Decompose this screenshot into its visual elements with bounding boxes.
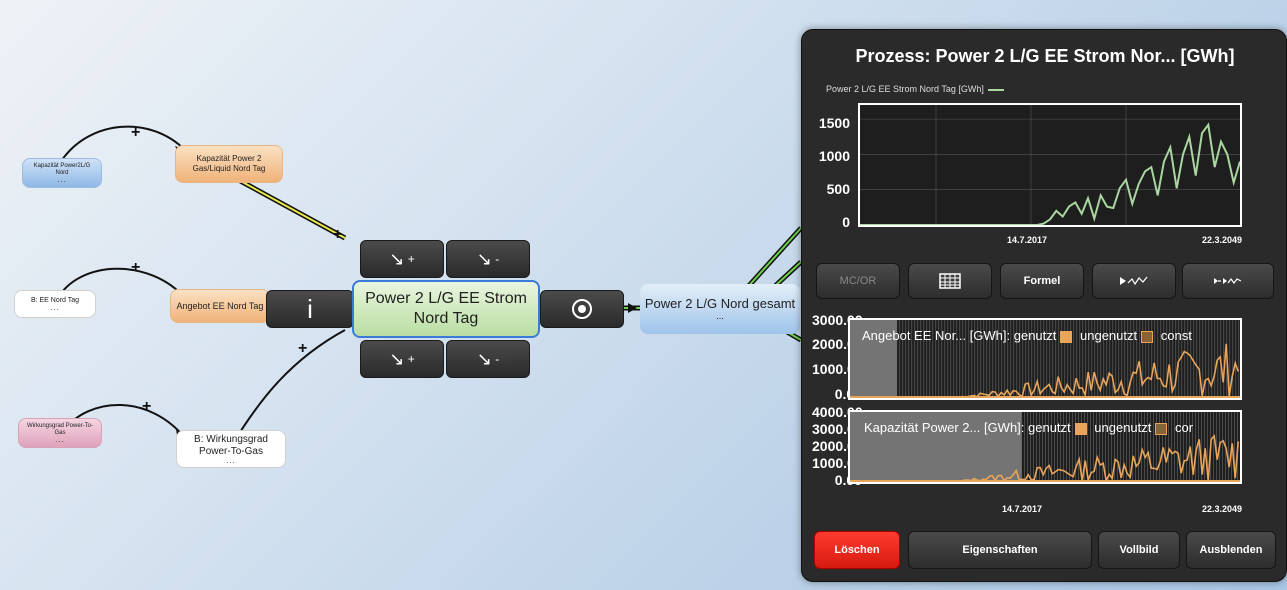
chart1-ytick: 500	[826, 181, 850, 197]
play-step-icon	[1214, 278, 1242, 284]
chart2-legend: Angebot EE Nor... [GWh]: genutzt ungenut…	[862, 328, 1242, 343]
chart1-legend: Power 2 L/G EE Strom Nord Tag [GWh]	[826, 84, 1004, 94]
node-ee-nord[interactable]: B: EE Nord Tag ...	[14, 290, 96, 318]
node-more-dots[interactable]: ...	[50, 304, 60, 312]
link-plus-sign: +	[131, 124, 141, 141]
node-label: B: Wirkungsgrad Power-To-Gas	[194, 434, 268, 457]
chart3-xtick: 14.7.2017	[1002, 504, 1043, 514]
plus-label: +	[407, 252, 415, 266]
legend-label: const	[1160, 328, 1192, 343]
chart1-xtick: 22.3.2049	[1202, 235, 1243, 245]
node-label: Angebot EE Nord Tag	[176, 300, 264, 311]
link-plus-sign: +	[131, 259, 141, 276]
chart3-legend: Kapazität Power 2... [GWh]: genutzt unge…	[864, 420, 1242, 435]
node-angebot[interactable]: Angebot EE Nord Tag	[170, 289, 270, 323]
node-label: Power 2 L/G Nord gesamt	[644, 295, 796, 311]
node-kapazitaet[interactable]: Kapazität Power 2 Gas/Liquid Nord Tag	[175, 145, 283, 183]
arrow-down-right-icon: ↘	[389, 248, 405, 269]
link-plus-sign: +	[333, 226, 343, 243]
arrow-down-right-icon: ↘	[476, 248, 492, 269]
info-button[interactable]: i	[266, 290, 354, 328]
chart1-xtick: 14.7.2017	[1007, 235, 1048, 245]
node-more-dots[interactable]: ...	[57, 176, 67, 184]
plus-label: +	[407, 352, 415, 366]
decrease-left-button[interactable]: ↘ -	[446, 240, 530, 278]
play-trend-button[interactable]	[1092, 263, 1176, 299]
node-main-process[interactable]: Power 2 L/G EE Strom Nord Tag	[352, 280, 540, 338]
properties-button[interactable]: Eigenschaften	[908, 531, 1092, 569]
legend-label: Angebot EE Nor... [GWh]: genutzt	[862, 328, 1057, 343]
legend-swatch	[987, 88, 1004, 91]
arrow-down-right-icon: ↘	[476, 348, 492, 369]
chart1-series-line	[860, 122, 1241, 226]
mc-or-button[interactable]: MC/OR	[816, 263, 900, 299]
chart1-svg	[860, 105, 1241, 226]
chart1-ytick: 1500	[818, 115, 850, 131]
panel-title: Prozess: Power 2 L/G EE Strom Nor... [GW…	[855, 46, 1235, 66]
fullscreen-button[interactable]: Vollbild	[1098, 531, 1180, 569]
node-wirkungsgrad-source[interactable]: Wirkungsgrad Power-To-Gas ...	[18, 418, 102, 448]
minus-label: -	[495, 352, 500, 366]
table-button[interactable]	[908, 263, 992, 299]
node-label: Power 2 L/G EE Strom Nord Tag	[365, 290, 527, 327]
legend-swatch	[1155, 422, 1168, 435]
legend-label: ungenutzt	[1094, 420, 1152, 435]
node-kapazitaet-source[interactable]: Kapazität Power2L/G Nord ...	[22, 158, 102, 188]
node-more-dots[interactable]: ...	[55, 436, 65, 444]
table-icon	[939, 273, 961, 289]
legend-swatch	[1060, 330, 1073, 343]
chart1-ytick: 0	[842, 214, 850, 230]
chart3-xtick: 22.3.2049	[1202, 504, 1243, 514]
play-step-button[interactable]	[1182, 263, 1274, 299]
target-button[interactable]	[540, 290, 624, 328]
delete-button[interactable]: Löschen	[814, 531, 900, 569]
legend-swatch	[1074, 422, 1087, 435]
process-panel: Prozess: Power 2 L/G EE Strom Nor... [GW…	[801, 29, 1287, 582]
node-more-dots[interactable]: ...	[716, 311, 724, 322]
increase-left-button[interactable]: ↘ +	[360, 240, 444, 278]
node-more-dots[interactable]: ...	[226, 457, 236, 465]
target-icon	[572, 299, 592, 319]
arrow-down-right-icon: ↘	[389, 348, 405, 369]
node-label: Kapazität Power 2 Gas/Liquid Nord Tag	[192, 154, 266, 173]
link-plus-sign: +	[142, 398, 152, 415]
chart1-plot[interactable]	[858, 103, 1242, 227]
formula-button[interactable]: Formel	[1000, 263, 1084, 299]
node-wirkungsgrad[interactable]: B: Wirkungsgrad Power-To-Gas ...	[176, 430, 286, 468]
hide-button[interactable]: Ausblenden	[1186, 531, 1276, 569]
chart1-legend-label: Power 2 L/G EE Strom Nord Tag [GWh]	[826, 84, 984, 94]
minus-label: -	[495, 252, 500, 266]
info-icon: i	[307, 293, 313, 324]
increase-right-button[interactable]: ↘ +	[360, 340, 444, 378]
legend-label: Kapazität Power 2... [GWh]: genutzt	[864, 420, 1071, 435]
chart1-ytick: 1000	[818, 148, 850, 164]
legend-label: ungenutzt	[1080, 328, 1138, 343]
link-plus-sign: +	[298, 340, 308, 357]
decrease-right-button[interactable]: ↘ -	[446, 340, 530, 378]
legend-label: cor	[1175, 420, 1194, 435]
node-output[interactable]: Power 2 L/G Nord gesamt ...	[640, 284, 800, 334]
legend-swatch	[1141, 330, 1154, 343]
play-trend-icon	[1120, 276, 1148, 286]
